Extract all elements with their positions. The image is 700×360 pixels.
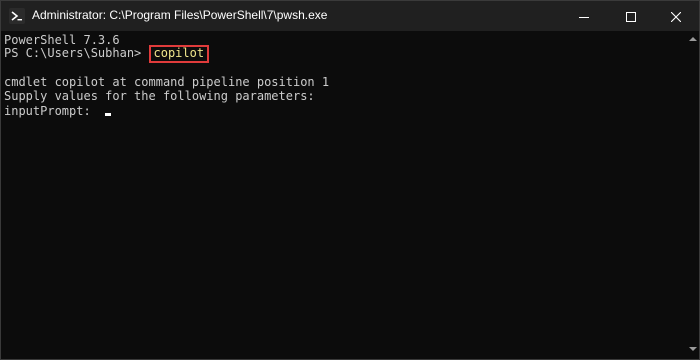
prompt-line: PS C:\Users\Subhan> copilot xyxy=(4,45,210,63)
highlighted-command: copilot xyxy=(148,45,210,63)
input-prompt-label: inputPrompt: xyxy=(4,104,98,118)
input-prompt-line[interactable]: inputPrompt: xyxy=(4,104,111,119)
terminal-window: Administrator: C:\Program Files\PowerShe… xyxy=(0,0,700,360)
scroll-up-icon[interactable] xyxy=(689,37,697,41)
text-cursor xyxy=(104,113,111,116)
scroll-down-icon[interactable] xyxy=(689,347,697,351)
powershell-icon xyxy=(9,8,25,24)
window-title: Administrator: C:\Program Files\PowerShe… xyxy=(32,8,328,22)
maximize-button[interactable] xyxy=(608,1,654,31)
prompt-text: PS C:\Users\Subhan> xyxy=(4,46,149,60)
close-icon xyxy=(670,7,682,26)
minimize-button[interactable] xyxy=(561,1,607,31)
title-bar[interactable]: Administrator: C:\Program Files\PowerShe… xyxy=(1,1,699,31)
close-button[interactable] xyxy=(653,1,699,31)
minimize-icon xyxy=(579,7,589,26)
console-output[interactable]: PowerShell 7.3.6 PS C:\Users\Subhan> cop… xyxy=(1,31,687,359)
vertical-scrollbar[interactable] xyxy=(687,31,699,359)
output-line-2: Supply values for the following paramete… xyxy=(4,89,315,103)
maximize-icon xyxy=(626,7,636,26)
output-line-1: cmdlet copilot at command pipeline posit… xyxy=(4,75,330,89)
